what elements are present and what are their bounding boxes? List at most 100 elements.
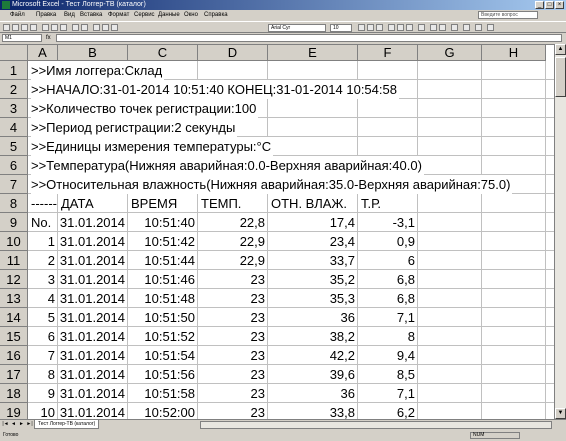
table-cell[interactable]: 31.01.2014 (58, 232, 128, 251)
close-button[interactable]: × (555, 1, 564, 9)
menu-tools[interactable]: Сервис (134, 10, 155, 20)
table-cell[interactable]: 17,4 (268, 213, 358, 232)
table-cell[interactable]: 6,2 (358, 403, 418, 419)
cut-icon[interactable] (42, 24, 49, 31)
row-header-3[interactable]: 3 (0, 99, 28, 118)
scroll-down-icon[interactable]: ▼ (555, 408, 566, 419)
table-cell[interactable]: 31.01.2014 (58, 251, 128, 270)
table-cell[interactable]: 7 (28, 346, 58, 365)
table-cell[interactable]: 8 (28, 365, 58, 384)
fx-icon[interactable]: fx (46, 34, 51, 42)
table-cell[interactable]: 10:51:44 (128, 251, 198, 270)
name-box[interactable]: M1 (2, 34, 42, 42)
table-cell[interactable]: 33,8 (268, 403, 358, 419)
horizontal-scrollbar[interactable] (200, 421, 552, 429)
table-cell[interactable]: 6 (358, 251, 418, 270)
table-cell[interactable]: 31.01.2014 (58, 346, 128, 365)
cell-a7[interactable]: >>Относительная влажность(Нижняя аварийн… (31, 175, 513, 194)
table-cell[interactable]: 23 (198, 384, 268, 403)
print-icon[interactable] (30, 24, 37, 31)
last-sheet-icon[interactable]: ►| (26, 421, 33, 428)
menu-window[interactable]: Окно (184, 10, 198, 20)
next-sheet-icon[interactable]: ► (18, 421, 25, 428)
table-cell[interactable]: 2 (28, 251, 58, 270)
row-header-4[interactable]: 4 (0, 118, 28, 137)
table-cell[interactable]: 8,5 (358, 365, 418, 384)
table-header-cell[interactable]: Т.Р. (358, 194, 418, 213)
table-cell[interactable]: 22,9 (198, 232, 268, 251)
table-cell[interactable]: 42,2 (268, 346, 358, 365)
row-header-12[interactable]: 12 (0, 270, 28, 289)
fill-color-icon[interactable] (475, 24, 482, 31)
table-cell[interactable]: 8 (358, 327, 418, 346)
table-cell[interactable]: 10:51:50 (128, 308, 198, 327)
table-cell[interactable]: 10:51:58 (128, 384, 198, 403)
table-cell[interactable]: 23 (198, 365, 268, 384)
table-cell[interactable]: 23 (198, 346, 268, 365)
table-cell[interactable]: 33,7 (268, 251, 358, 270)
column-header-a[interactable]: A (28, 45, 58, 61)
align-right-icon[interactable] (406, 24, 413, 31)
chart-icon[interactable] (111, 24, 118, 31)
table-cell[interactable]: 0,9 (358, 232, 418, 251)
align-left-icon[interactable] (388, 24, 395, 31)
table-cell[interactable]: 23 (198, 308, 268, 327)
table-cell[interactable]: 10:51:46 (128, 270, 198, 289)
help-search-input[interactable]: Введите вопрос (478, 11, 538, 19)
table-cell[interactable]: 23 (198, 289, 268, 308)
merge-icon[interactable] (418, 24, 425, 31)
vertical-scrollbar[interactable]: ▲ ▼ (554, 44, 566, 419)
borders-icon[interactable] (463, 24, 470, 31)
row-header-18[interactable]: 18 (0, 384, 28, 403)
cell-a2[interactable]: >>НАЧАЛО:31-01-2014 10:51:40 КОНЕЦ:31-01… (31, 80, 399, 99)
table-cell[interactable]: 39,6 (268, 365, 358, 384)
maximize-button[interactable]: □ (545, 1, 554, 9)
minimize-button[interactable]: _ (535, 1, 544, 9)
row-header-9[interactable]: 9 (0, 213, 28, 232)
scroll-up-icon[interactable]: ▲ (555, 44, 566, 55)
row-header-6[interactable]: 6 (0, 156, 28, 175)
first-sheet-icon[interactable]: |◄ (2, 421, 9, 428)
row-header-1[interactable]: 1 (0, 61, 28, 80)
cell-a5[interactable]: >>Единицы измерения температуры:°C (31, 137, 274, 156)
table-cell[interactable]: 10:51:48 (128, 289, 198, 308)
table-cell[interactable]: 6 (28, 327, 58, 346)
table-cell[interactable]: 31.01.2014 (58, 384, 128, 403)
table-cell[interactable]: 31.01.2014 (58, 213, 128, 232)
table-cell[interactable]: 31.01.2014 (58, 270, 128, 289)
table-cell[interactable]: 9 (28, 384, 58, 403)
percent-icon[interactable] (430, 24, 437, 31)
table-cell[interactable]: 31.01.2014 (58, 403, 128, 419)
row-header-7[interactable]: 7 (0, 175, 28, 194)
table-cell[interactable]: 10:51:54 (128, 346, 198, 365)
table-cell[interactable]: 31.01.2014 (58, 308, 128, 327)
column-header-g[interactable]: G (418, 45, 482, 61)
table-cell[interactable]: 3 (28, 270, 58, 289)
sheet-tab[interactable]: Тест Логгер-TB (каталог) (34, 420, 100, 429)
column-header-c[interactable]: C (128, 45, 198, 61)
font-size-select[interactable]: 10 (330, 24, 352, 32)
menu-edit[interactable]: Правка (36, 10, 56, 20)
table-cell[interactable]: 31.01.2014 (58, 365, 128, 384)
table-cell[interactable]: 7,1 (358, 308, 418, 327)
column-header-f[interactable]: F (358, 45, 418, 61)
table-header-cell[interactable]: ------ (28, 194, 58, 213)
menu-help[interactable]: Справка (204, 10, 228, 20)
table-cell[interactable]: 23 (198, 270, 268, 289)
indent-icon[interactable] (451, 24, 458, 31)
cell-grid[interactable]: >>Имя логгера:Склад >>НАЧАЛО:31-01-2014 1… (28, 61, 554, 419)
sort-icon[interactable] (102, 24, 109, 31)
table-header-cell[interactable]: ВРЕМЯ (128, 194, 198, 213)
row-header-17[interactable]: 17 (0, 365, 28, 384)
paste-icon[interactable] (60, 24, 67, 31)
row-header-8[interactable]: 8 (0, 194, 28, 213)
table-cell[interactable]: 10:51:52 (128, 327, 198, 346)
redo-icon[interactable] (81, 24, 88, 31)
open-icon[interactable] (12, 24, 19, 31)
row-header-16[interactable]: 16 (0, 346, 28, 365)
table-cell[interactable]: 10:51:56 (128, 365, 198, 384)
table-cell[interactable]: 38,2 (268, 327, 358, 346)
row-header-5[interactable]: 5 (0, 137, 28, 156)
cell-a6[interactable]: >>Температура(Нижняя аварийная:0.0-Верхн… (31, 156, 424, 175)
table-cell[interactable]: -3,1 (358, 213, 418, 232)
